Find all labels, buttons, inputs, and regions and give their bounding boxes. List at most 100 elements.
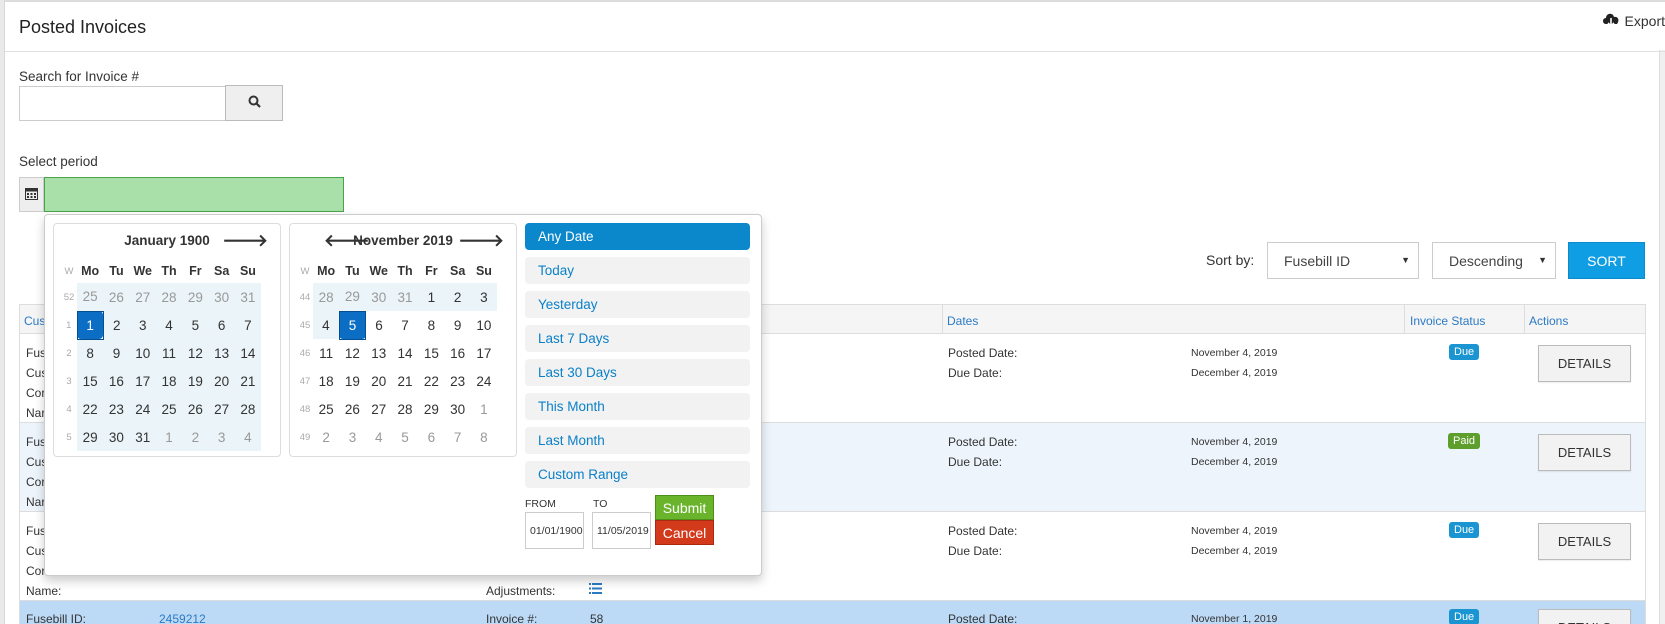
from-date-input[interactable]: 01/01/1900 [525,512,584,549]
calendar-day[interactable]: 28 [155,283,183,311]
calendar-addon[interactable] [19,177,44,212]
calendar-day[interactable]: 6 [418,423,444,451]
calendar-day[interactable]: 3 [470,283,498,311]
calendar-day[interactable]: 10 [471,311,497,339]
calendar-day[interactable]: 2 [103,311,130,339]
range-option-last-7-days[interactable]: Last 7 Days [525,325,750,352]
next-month-arrow-icon[interactable]: 🡒 [458,231,504,251]
calendar-day[interactable]: 5 [392,423,418,451]
calendar-day[interactable]: 25 [77,283,104,311]
header-dates[interactable]: Dates [947,314,978,328]
calendar-day[interactable]: 14 [234,339,262,367]
calendar-day[interactable]: 23 [444,367,470,395]
calendar-day[interactable]: 6 [208,311,235,339]
calendar-day[interactable]: 29 [418,395,444,423]
calendar-day[interactable]: 4 [313,311,340,339]
calendar-day[interactable]: 17 [129,367,156,395]
calendar-day[interactable]: 14 [392,339,418,367]
calendar-day[interactable]: 27 [129,283,156,311]
calendar-day[interactable]: 4 [155,311,183,339]
sort-button[interactable]: SORT [1568,242,1645,279]
period-input[interactable] [44,177,344,212]
details-button[interactable]: DETAILS [1538,523,1631,560]
calendar-day[interactable]: 18 [313,367,339,395]
calendar-day[interactable]: 24 [471,367,497,395]
calendar-day[interactable]: 10 [129,339,156,367]
calendar-day[interactable]: 31 [234,283,262,311]
calendar-day[interactable]: 3 [339,423,365,451]
range-option-yesterday[interactable]: Yesterday [525,291,750,318]
calendar-day[interactable]: 25 [155,395,183,423]
calendar-day[interactable]: 8 [418,311,444,339]
calendar-day[interactable]: 30 [365,283,392,311]
calendar-day[interactable]: 19 [182,367,209,395]
header-invoice-status[interactable]: Invoice Status [1410,314,1485,328]
details-button[interactable]: DETAILS [1538,434,1631,471]
calendar-day[interactable]: 18 [155,367,183,395]
calendar-day[interactable]: 3 [208,423,235,451]
range-option-last-30-days[interactable]: Last 30 Days [525,359,750,386]
search-button[interactable] [225,85,283,121]
calendar-day[interactable]: 21 [392,367,418,395]
range-option-this-month[interactable]: This Month [525,393,750,420]
page-scrollbar[interactable] [1659,50,1665,624]
calendar-day[interactable]: 6 [366,311,392,339]
calendar-day[interactable]: 3 [129,311,156,339]
fusebill-id-link[interactable]: 2459212 [159,612,206,624]
next-month-arrow-icon[interactable]: 🡒 [222,231,268,251]
calendar-day[interactable]: 26 [339,395,365,423]
export-button[interactable]: Export [1601,10,1665,31]
calendar-day[interactable]: 30 [444,395,470,423]
calendar-day[interactable]: 7 [444,423,470,451]
calendar-day[interactable]: 5 [182,311,209,339]
calendar-day[interactable]: 20 [208,367,235,395]
calendar-day[interactable]: 16 [444,339,470,367]
header-customer[interactable]: Cus [24,314,45,328]
calendar-day[interactable]: 26 [103,283,130,311]
cancel-button[interactable]: Cancel [655,520,714,545]
calendar-day[interactable]: 17 [471,339,497,367]
calendar-day[interactable]: 22 [418,367,444,395]
submit-button[interactable]: Submit [655,495,714,520]
calendar-day[interactable]: 1 [76,310,104,340]
calendar-day[interactable]: 7 [392,311,418,339]
calendar-day[interactable]: 7 [234,311,262,339]
sort-field-select[interactable]: Fusebill ID ▼ [1267,242,1419,279]
calendar-day[interactable]: 12 [339,339,365,367]
calendar-day[interactable]: 11 [313,339,339,367]
calendar-day[interactable]: 23 [103,395,130,423]
calendar-day[interactable]: 5 [338,310,367,340]
calendar-day[interactable]: 4 [366,423,392,451]
calendar-day[interactable]: 25 [313,395,339,423]
calendar-day[interactable]: 16 [103,367,130,395]
calendar-day[interactable]: 4 [234,423,262,451]
calendar-day[interactable]: 20 [366,367,392,395]
to-date-input[interactable]: 11/05/2019 [592,512,651,549]
calendar-day[interactable]: 27 [208,395,235,423]
calendar-day[interactable]: 1 [155,423,183,451]
calendar-day[interactable]: 28 [392,395,418,423]
range-option-custom-range[interactable]: Custom Range [525,461,750,488]
calendar-day[interactable]: 21 [234,367,262,395]
calendar-day[interactable]: 2 [444,283,471,311]
calendar-day[interactable]: 9 [103,339,130,367]
calendar-day[interactable]: 1 [418,283,445,311]
calendar-day[interactable]: 26 [182,395,209,423]
calendar-day[interactable]: 13 [208,339,235,367]
calendar-day[interactable]: 13 [366,339,392,367]
calendar-day[interactable]: 29 [339,283,366,311]
calendar-day[interactable]: 29 [182,283,209,311]
calendar-day[interactable]: 2 [182,423,209,451]
calendar-day[interactable]: 15 [77,367,104,395]
calendar-day[interactable]: 29 [77,423,104,451]
calendar-day[interactable]: 31 [391,283,419,311]
calendar-day[interactable]: 28 [313,283,340,311]
details-button[interactable]: DETAILS [1538,345,1631,382]
calendar-day[interactable]: 8 [471,423,497,451]
range-option-last-month[interactable]: Last Month [525,427,750,454]
calendar-day[interactable]: 22 [77,395,104,423]
calendar-day[interactable]: 19 [339,367,365,395]
calendar-day[interactable]: 11 [155,339,183,367]
calendar-day[interactable]: 15 [418,339,444,367]
calendar-day[interactable]: 28 [234,395,262,423]
